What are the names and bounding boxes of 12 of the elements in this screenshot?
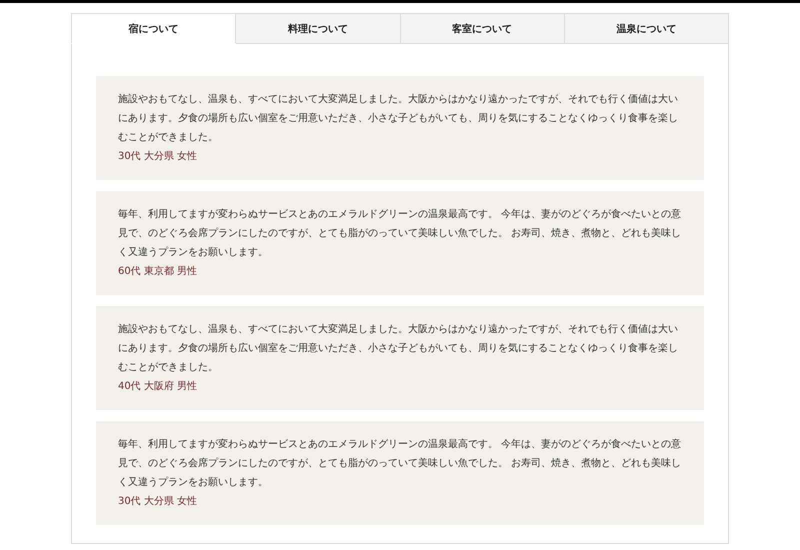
tab[interactable]: 客室について <box>400 13 565 44</box>
reviewer-info: 30代 大分県 女性 <box>118 494 198 509</box>
tab[interactable]: 宿について <box>71 13 236 44</box>
reviewer-info: 40代 大阪府 男性 <box>118 380 198 394</box>
review-text: 毎年、利用してますが変わらぬサービスとあのエメラルドグリーンの温泉最高です。 今年は、妻がのどぐろが食べたいとの意見で、のどぐろ会席プランにしたのですが、とても脂がのっていて美味しい魚でした。 お寿司、焼き、煮物と、どれも美味しく又違うプランをお願いします。 <box>118 208 682 260</box>
review-text: 施設やおもてなし、温泉も、すべてにおいて大変満足しました。大阪からはかなり遠かったですが、それでも行く価値は大いにあります。夕食の場所も広い個室をご用意いただき、小さな子どもがいても、周りを気にすることなくゆっくり食事を楽しむことができました。 <box>118 322 679 375</box>
review-text: 毎年、利用してますが変わらぬサービスとあのエメラルドグリーンの温泉最高です。 今年は、妻がのどぐろが食べたいとの意見で、のどぐろ会席プランにしたのですが、とても脂がのっていて美味しい魚でした。 お寿司、焼き、煮物と、どれも美味しく又違うプランをお願いします。 <box>118 438 682 490</box>
tab[interactable]: 温泉について <box>564 13 729 44</box>
review-text: 施設やおもてなし、温泉も、すべてにおいて大変満足しました。大阪からはかなり遠かったですが、それでも行く価値は大いにあります。夕食の場所も広い個室をご用意いただき、小さな子どもがいても、周りを気にすることなくゆっくり食事を楽しむことができました。 <box>118 92 679 145</box>
tab[interactable]: 料理について <box>236 13 400 44</box>
reviewer-info: 60代 東京都 男性 <box>118 264 198 279</box>
reviewer-info: 30代 大分県 女性 <box>118 150 198 164</box>
